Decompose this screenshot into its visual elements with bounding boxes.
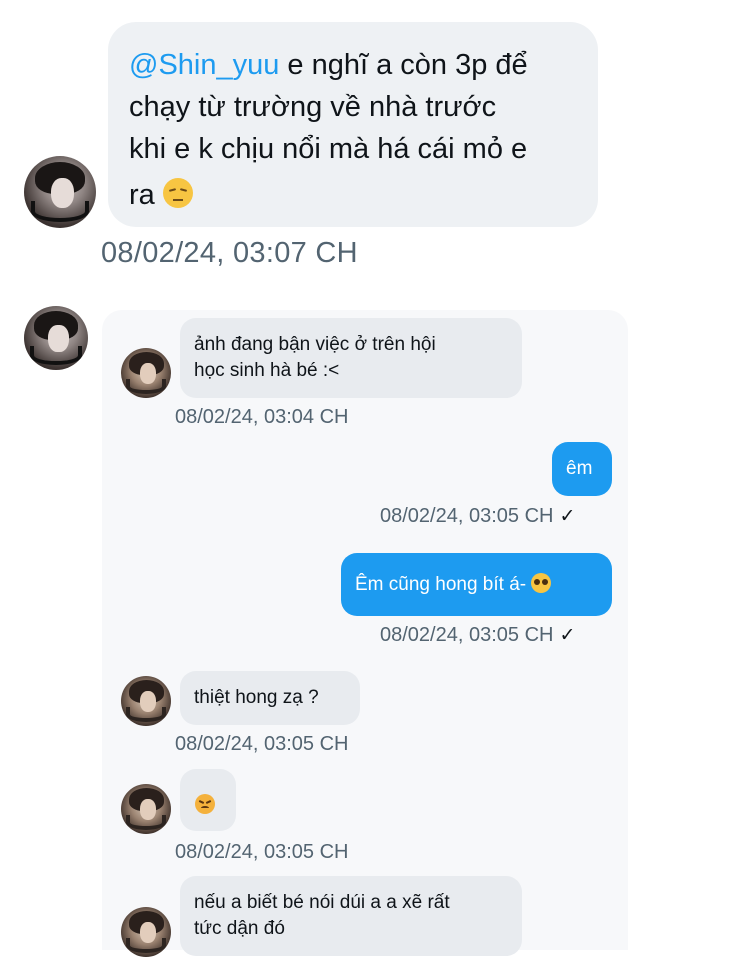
message-text: Êm cũng hong bít á- xyxy=(355,574,532,595)
pleading-face-emoji xyxy=(531,573,552,594)
received-message: thiệt hong zạ ? xyxy=(180,671,360,725)
message-timestamp: 08/02/24, 03:07 CH xyxy=(101,237,358,269)
message-timestamp: 08/02/24, 03:05 CH xyxy=(175,841,349,863)
contact-avatar xyxy=(121,676,171,726)
pensive-face-emoji xyxy=(162,178,193,209)
message-bubble[interactable]: @Shin_yuu e nghĩ a còn 3p để chạy từ trư… xyxy=(108,22,598,227)
contact-avatar xyxy=(121,348,171,398)
contact-avatar xyxy=(121,784,171,834)
message-line-1: @Shin_yuu e nghĩ a còn 3p để xyxy=(129,49,528,81)
message-text-line: ảnh đang bận việc ở trên hội xyxy=(194,334,436,355)
received-message: nếu a biết bé nói dúi a a xẽ rất tức dận… xyxy=(180,876,522,956)
message-text: thiệt hong zạ ? xyxy=(194,687,319,708)
sender-avatar[interactable] xyxy=(24,156,96,228)
received-message: ảnh đang bận việc ở trên hội học sinh hà… xyxy=(180,318,522,398)
sent-message: êm xyxy=(552,442,612,496)
message-text-line: tức dận đó xyxy=(194,918,285,939)
message-timestamp: 08/02/24, 03:05 CH ✓ xyxy=(380,505,576,527)
sent-message: Êm cũng hong bít á- xyxy=(341,553,612,616)
angry-face-emoji xyxy=(195,793,215,814)
sender-avatar[interactable] xyxy=(24,306,88,370)
message-line-4: ra xyxy=(129,174,578,216)
message-line-2: chạy từ trường về nhà trước xyxy=(129,91,497,123)
sent-check-icon: ✓ xyxy=(559,506,576,527)
contact-avatar xyxy=(121,907,171,957)
user-mention-link[interactable]: @Shin_yuu xyxy=(129,49,279,81)
message-text: êm xyxy=(566,458,593,479)
message-line-3: khi e k chịu nổi mà há cái mỏ e xyxy=(129,133,528,165)
message-text-line: học sinh hà bé :< xyxy=(194,360,340,381)
message-timestamp: 08/02/24, 03:04 CH xyxy=(175,406,349,428)
received-message xyxy=(180,769,236,831)
message-text-line: nếu a biết bé nói dúi a a xẽ rất xyxy=(194,892,450,913)
message-timestamp: 08/02/24, 03:05 CH ✓ xyxy=(380,624,576,646)
sent-check-icon: ✓ xyxy=(559,625,576,646)
message-timestamp: 08/02/24, 03:05 CH xyxy=(175,733,349,755)
